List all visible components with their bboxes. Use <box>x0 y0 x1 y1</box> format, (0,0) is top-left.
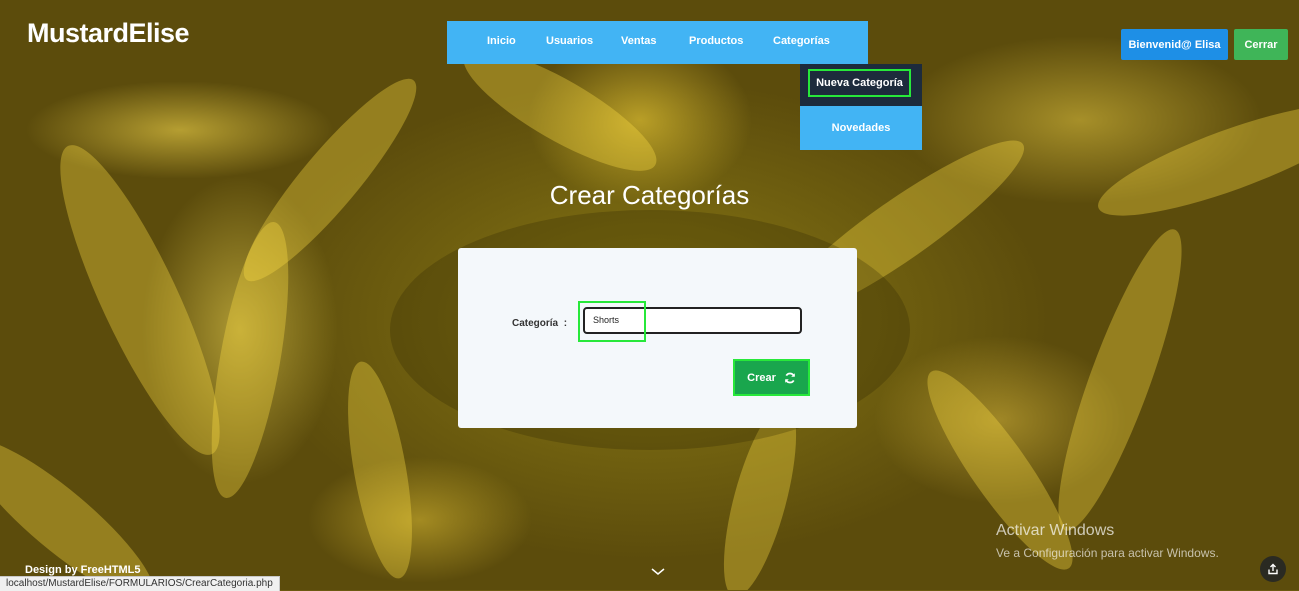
category-field-label: Categoría : <box>512 318 567 329</box>
categorias-dropdown: Nueva Categoría Novedades <box>800 64 922 150</box>
footer-credit[interactable]: Design by FreeHTML5 <box>25 564 141 576</box>
refresh-icon <box>785 372 795 383</box>
welcome-button[interactable]: Bienvenid@ Elisa <box>1121 29 1228 60</box>
status-bar-url: localhost/MustardElise/FORMULARIOS/Crear… <box>0 576 280 591</box>
nav-item-usuarios[interactable]: Usuarios <box>546 35 593 47</box>
nav-item-productos[interactable]: Productos <box>689 35 743 47</box>
create-button[interactable]: Crear <box>733 359 810 396</box>
share-button[interactable] <box>1260 556 1286 582</box>
chevron-down-icon[interactable] <box>650 567 666 577</box>
logout-button[interactable]: Cerrar <box>1234 29 1288 60</box>
category-input[interactable]: Shorts <box>583 307 802 334</box>
nav-item-inicio[interactable]: Inicio <box>487 35 516 47</box>
page-title: Crear Categorías <box>549 180 750 210</box>
dropdown-item-nueva-categoria[interactable]: Nueva Categoría <box>808 69 911 97</box>
category-label-text: Categoría <box>512 318 559 329</box>
activate-windows-subtitle: Ve a Configuración para activar Windows. <box>996 546 1219 560</box>
share-icon <box>1268 563 1278 575</box>
create-category-form: Categoría : Shorts Crear <box>458 248 857 428</box>
create-button-label: Crear <box>747 371 776 384</box>
dropdown-item-novedades[interactable]: Novedades <box>800 106 922 150</box>
label-separator: : <box>563 318 568 329</box>
nav-item-ventas[interactable]: Ventas <box>621 35 656 47</box>
main-nav: Inicio Usuarios Ventas Productos Categor… <box>447 21 868 64</box>
brand-logo[interactable]: MustardElise <box>27 18 190 49</box>
nav-item-categorias[interactable]: Categorías <box>773 35 830 47</box>
activate-windows-title: Activar Windows <box>996 522 1115 539</box>
